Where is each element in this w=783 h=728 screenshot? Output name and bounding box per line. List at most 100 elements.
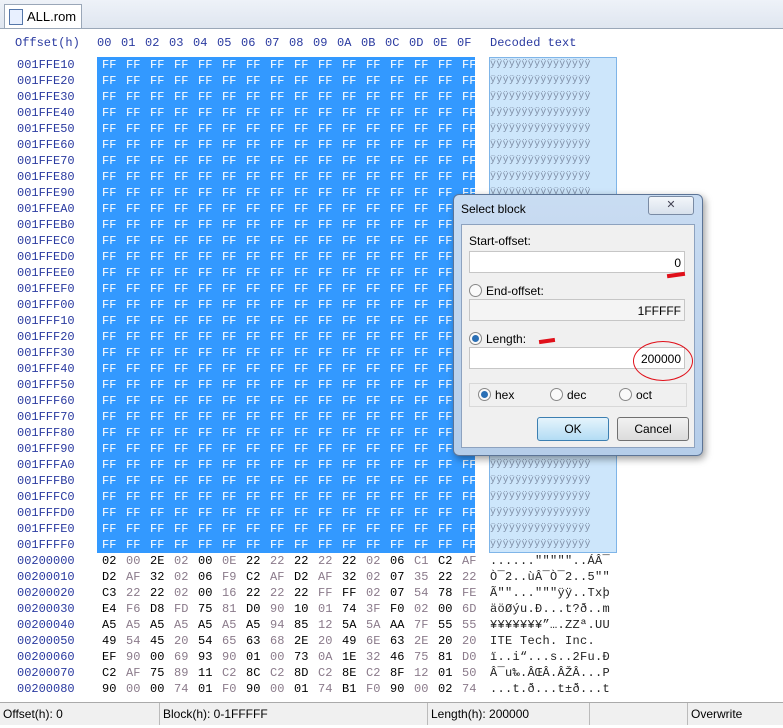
hex-byte[interactable]: FF — [342, 473, 356, 489]
hex-byte[interactable]: FF — [462, 521, 476, 537]
hex-byte[interactable]: FF — [174, 441, 188, 457]
hex-byte[interactable]: FF — [174, 217, 188, 233]
hex-byte[interactable]: FF — [102, 249, 116, 265]
hex-byte[interactable]: FF — [174, 185, 188, 201]
hex-byte[interactable]: FF — [198, 121, 212, 137]
hex-byte[interactable]: FF — [126, 265, 140, 281]
hex-byte[interactable]: FF — [342, 313, 356, 329]
length-radio[interactable]: Length: — [469, 332, 526, 346]
decoded-text[interactable]: ÿÿÿÿÿÿÿÿÿÿÿÿÿÿÿÿ — [490, 121, 591, 137]
hex-byte[interactable]: FF — [342, 249, 356, 265]
hex-byte[interactable]: FF — [174, 265, 188, 281]
hex-byte[interactable]: FF — [126, 537, 140, 553]
hex-byte[interactable]: FF — [294, 249, 308, 265]
decoded-text[interactable]: ï..i“...s..2Fu.Ð — [490, 649, 610, 665]
hex-byte[interactable]: FF — [366, 457, 380, 473]
hex-byte[interactable]: FF — [150, 473, 164, 489]
hex-byte[interactable]: FF — [438, 329, 452, 345]
hex-byte[interactable]: 55 — [462, 617, 476, 633]
hex-byte[interactable]: FF — [270, 361, 284, 377]
hex-byte[interactable]: FF — [414, 169, 428, 185]
hex-byte[interactable]: FF — [270, 201, 284, 217]
hex-byte[interactable]: 65 — [222, 633, 236, 649]
hex-byte[interactable]: FF — [102, 457, 116, 473]
hex-byte[interactable]: FF — [174, 249, 188, 265]
hex-byte[interactable]: FF — [438, 409, 452, 425]
hex-byte[interactable]: FF — [174, 473, 188, 489]
hex-byte[interactable]: FF — [222, 121, 236, 137]
hex-byte[interactable]: 11 — [198, 665, 212, 681]
hex-byte[interactable]: D0 — [246, 601, 260, 617]
hex-byte[interactable]: FF — [414, 345, 428, 361]
hex-byte[interactable]: 2E — [414, 633, 428, 649]
hex-byte[interactable]: FF — [390, 105, 404, 121]
hex-byte[interactable]: C2 — [270, 665, 284, 681]
hex-byte[interactable]: FF — [246, 377, 260, 393]
hex-byte[interactable]: FF — [246, 425, 260, 441]
hex-byte[interactable]: FF — [246, 521, 260, 537]
hex-byte[interactable]: FF — [294, 505, 308, 521]
hex-byte[interactable]: FF — [270, 425, 284, 441]
hex-byte[interactable]: 3F — [366, 601, 380, 617]
hex-byte[interactable]: FF — [318, 201, 332, 217]
hex-row[interactable]: 001FFFE0 FF FF FF FF FF FF FF FF FF FF FF FF FF FF FF FF… — [0, 521, 783, 537]
hex-byte[interactable]: FF — [150, 121, 164, 137]
decoded-text[interactable]: ÿÿÿÿÿÿÿÿÿÿÿÿÿÿÿÿ — [490, 137, 591, 153]
hex-byte[interactable]: FF — [294, 57, 308, 73]
decoded-text[interactable]: ......"""""..ÁÂ¯ — [490, 553, 610, 569]
hex-byte[interactable]: 12 — [414, 665, 428, 681]
hex-byte[interactable]: 22 — [438, 569, 452, 585]
hex-byte[interactable]: FF — [342, 201, 356, 217]
hex-byte[interactable]: FF — [102, 89, 116, 105]
hex-byte[interactable]: FF — [198, 329, 212, 345]
hex-byte[interactable]: 01 — [438, 665, 452, 681]
hex-byte[interactable]: 49 — [102, 633, 116, 649]
hex-byte[interactable]: 02 — [174, 553, 188, 569]
hex-byte[interactable]: FF — [102, 425, 116, 441]
hex-byte[interactable]: FF — [126, 521, 140, 537]
hex-byte[interactable]: 00 — [150, 649, 164, 665]
hex-byte[interactable]: FF — [270, 313, 284, 329]
hex-byte[interactable]: FF — [294, 329, 308, 345]
hex-byte[interactable]: FF — [438, 489, 452, 505]
hex-byte[interactable]: FF — [150, 505, 164, 521]
hex-byte[interactable]: 8F — [390, 665, 404, 681]
decoded-text[interactable]: ÿÿÿÿÿÿÿÿÿÿÿÿÿÿÿÿ — [490, 457, 591, 473]
hex-byte[interactable]: 89 — [174, 665, 188, 681]
hex-row[interactable]: 00200010 D2 AF 32 02 06 F9 C2 AF D2 AF 32 02 07 35 22 22… — [0, 569, 783, 585]
hex-byte[interactable]: FF — [150, 425, 164, 441]
hex-byte[interactable]: C2 — [102, 665, 116, 681]
decoded-text[interactable]: ÿÿÿÿÿÿÿÿÿÿÿÿÿÿÿÿ — [490, 57, 591, 73]
hex-byte[interactable]: FF — [414, 121, 428, 137]
hex-byte[interactable]: FF — [366, 329, 380, 345]
hex-byte[interactable]: FF — [198, 361, 212, 377]
hex-byte[interactable]: FF — [270, 57, 284, 73]
hex-byte[interactable]: FF — [198, 281, 212, 297]
hex-byte[interactable]: 8E — [342, 665, 356, 681]
hex-byte[interactable]: FF — [222, 361, 236, 377]
hex-byte[interactable]: FF — [150, 89, 164, 105]
hex-byte[interactable]: FF — [390, 201, 404, 217]
hex-byte[interactable]: FF — [390, 281, 404, 297]
hex-byte[interactable]: A5 — [102, 617, 116, 633]
hex-byte[interactable]: FF — [222, 457, 236, 473]
hex-byte[interactable]: 74 — [342, 601, 356, 617]
hex-byte[interactable]: FF — [102, 217, 116, 233]
hex-byte[interactable]: FF — [198, 393, 212, 409]
hex-byte[interactable]: FF — [318, 457, 332, 473]
hex-byte[interactable]: 0E — [222, 553, 236, 569]
hex-byte[interactable]: 01 — [198, 681, 212, 697]
hex-byte[interactable]: FF — [270, 153, 284, 169]
hex-byte[interactable]: 22 — [294, 553, 308, 569]
hex-byte[interactable]: FF — [174, 297, 188, 313]
hex-byte[interactable]: FF — [342, 281, 356, 297]
hex-byte[interactable]: FF — [246, 329, 260, 345]
hex-byte[interactable]: FF — [342, 361, 356, 377]
hex-byte[interactable]: 22 — [270, 553, 284, 569]
hex-byte[interactable]: FF — [462, 169, 476, 185]
hex-byte[interactable]: FF — [270, 489, 284, 505]
hex-byte[interactable]: FF — [222, 185, 236, 201]
hex-byte[interactable]: FF — [366, 137, 380, 153]
hex-byte[interactable]: FF — [462, 505, 476, 521]
hex-byte[interactable]: FF — [318, 105, 332, 121]
